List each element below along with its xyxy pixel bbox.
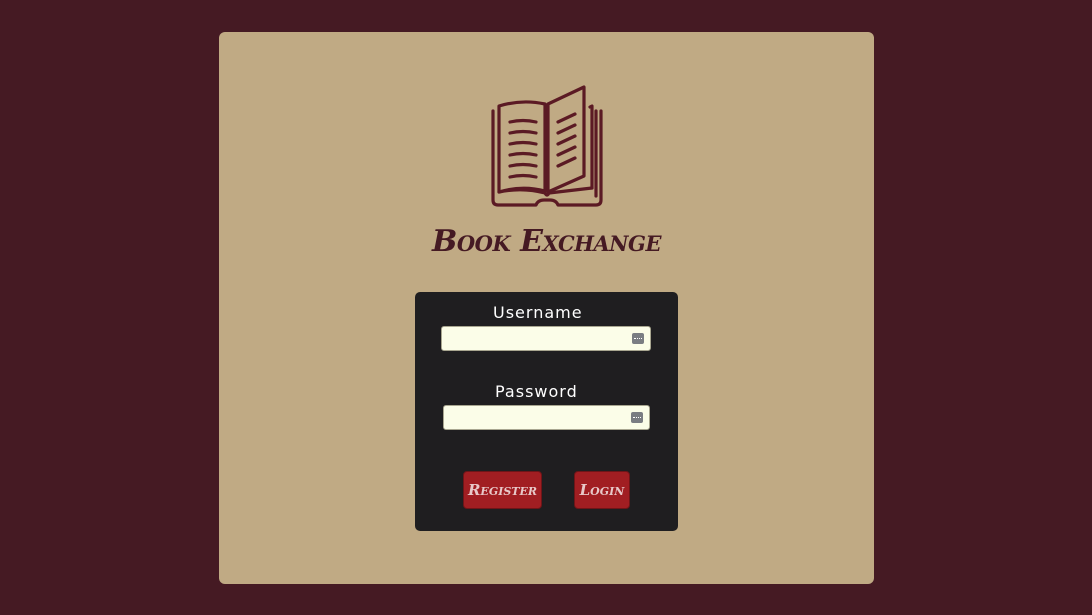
password-label: Password: [495, 382, 578, 401]
login-button[interactable]: Login: [574, 471, 630, 509]
app-title: Book Exchange: [432, 224, 661, 259]
register-button[interactable]: Register: [463, 471, 542, 509]
username-input[interactable]: [442, 327, 650, 350]
password-manager-key-icon[interactable]: [632, 333, 644, 344]
username-label: Username: [493, 303, 583, 322]
password-field[interactable]: [443, 405, 650, 430]
password-manager-key-icon[interactable]: [631, 412, 643, 423]
login-card: Book Exchange Username Password Register…: [219, 32, 874, 584]
login-panel: Username Password Register Login: [415, 292, 678, 531]
open-book-icon: [486, 84, 608, 208]
password-input[interactable]: [444, 406, 649, 429]
username-field[interactable]: [441, 326, 651, 351]
